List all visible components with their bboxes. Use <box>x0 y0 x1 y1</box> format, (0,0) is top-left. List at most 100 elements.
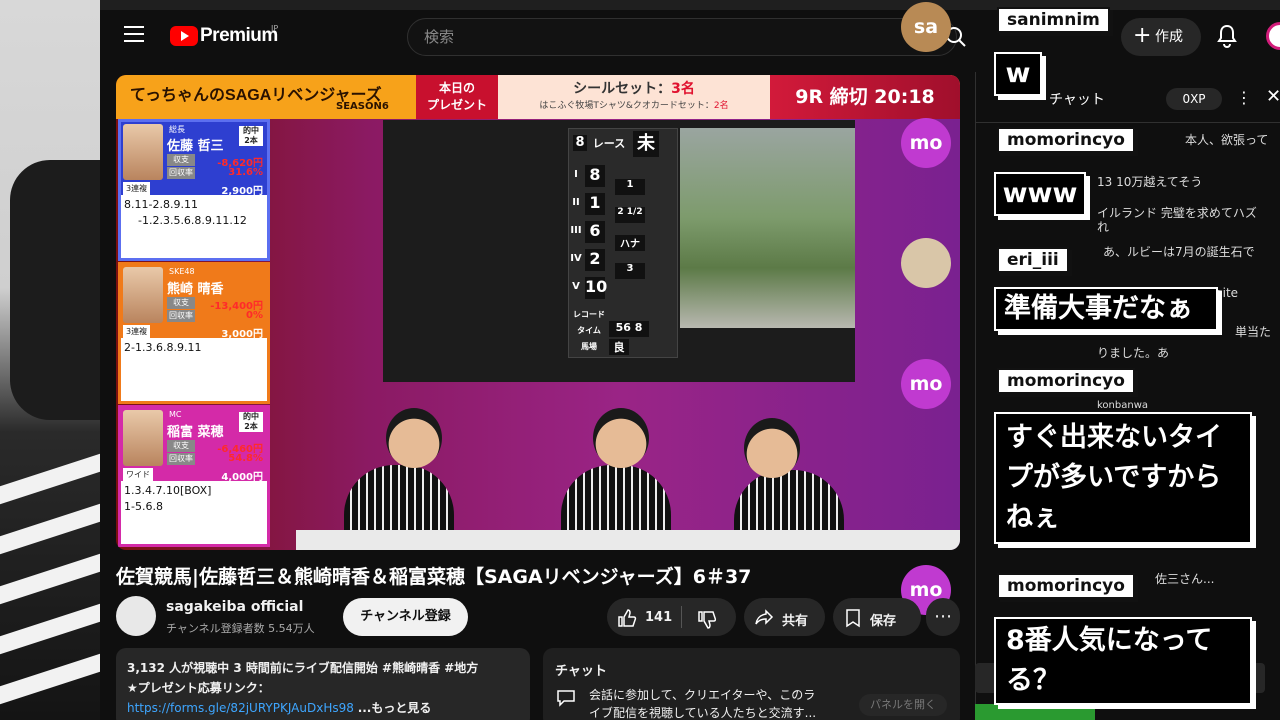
present-form-link[interactable]: https://forms.gle/82jURYPKJAuDxHs98 <box>127 701 354 715</box>
chat-summary-card: チャット 会話に参加して、クリエイターや、このラ イブ配信を視聴している人たちと… <box>543 648 960 720</box>
balance-row: 収支 -13,400円 <box>167 297 265 312</box>
margin-1: 1 <box>615 179 645 195</box>
cat-avatar <box>901 238 951 288</box>
more-icon[interactable]: ⋮ <box>1236 88 1252 107</box>
horse-2: 1 <box>585 193 605 215</box>
total-value: 4,000円 <box>221 472 263 483</box>
chat-message: れ <box>1097 220 1110 234</box>
chat-message: 本人、欲張って <box>1185 133 1269 147</box>
video-title: 佐賀競馬|佐藤哲三＆熊崎晴香＆稲富菜穂【SAGAリベンジャーズ】6＃37 <box>116 566 752 588</box>
return-value: 31.6% <box>228 167 263 178</box>
balance-row: 収支 -6,460円 <box>167 440 265 455</box>
return-label: 回収率 <box>167 453 195 465</box>
chat-green-block <box>975 704 1095 720</box>
comment-username: momorincyo <box>997 573 1135 599</box>
chat-message: あ、ルビーは7月の誕生石で <box>1103 245 1255 259</box>
total-value: 3,000円 <box>221 329 263 340</box>
seal-label: シールセット： <box>573 81 672 97</box>
horse-1: 8 <box>585 165 605 187</box>
channel-avatar[interactable] <box>116 596 156 636</box>
chat-message: gite <box>1215 286 1239 300</box>
badge-count: 2本 <box>244 422 258 431</box>
seal-count: 3名 <box>671 81 695 97</box>
total-row: 3連複 2,900円 <box>121 182 267 197</box>
description-line: ★プレゼント応募リンク： <box>127 681 270 695</box>
like-count[interactable]: 141 <box>645 610 672 625</box>
race-status: 未 <box>633 131 659 157</box>
return-value: 0% <box>246 310 263 321</box>
comment-username: sanimnim <box>997 7 1110 33</box>
description-meta: 3,132 人が視聴中 3 時間前にライブ配信開始 #熊崎晴香 #地方 <box>127 661 479 675</box>
comment-username: eri_iii <box>997 247 1069 273</box>
return-row: 回収率 54.8% <box>167 453 265 465</box>
video-player[interactable]: てっちゃんのSAGAリベンジャーズ SEASON6 本日の プレゼント シールセ… <box>116 75 960 550</box>
brand-label[interactable]: Premium <box>200 25 278 47</box>
commenter-avatar: sa <box>901 2 951 52</box>
cast-header: 総長 佐藤 哲三 的中 2本 収支 -8,620円 回収率 31.6% <box>121 122 267 184</box>
comment-username: momorincyo <box>997 127 1135 153</box>
track-label: 馬場 <box>581 342 597 351</box>
thumbs-up-icon[interactable] <box>617 608 637 628</box>
region-label: JP <box>271 24 279 33</box>
share-label: 共有 <box>782 614 809 629</box>
bet-type: 3連複 <box>123 325 151 338</box>
close-icon[interactable]: ✕ <box>1266 86 1280 107</box>
show-more-link[interactable]: ...もっと見る <box>358 701 432 715</box>
return-label: 回収率 <box>167 310 195 322</box>
present-line1: 本日の <box>438 81 475 95</box>
total-row: ワイド 4,000円 <box>121 468 267 483</box>
horse-4: 2 <box>585 249 605 271</box>
racetrack-view <box>680 128 855 328</box>
track-value: 良 <box>609 339 629 355</box>
bell-icon[interactable] <box>1216 24 1238 48</box>
cast-panel-sato: 総長 佐藤 哲三 的中 2本 収支 -8,620円 回収率 31.6% 3連複 2,90… <box>118 119 270 261</box>
cast-role: 総長 <box>169 125 185 134</box>
seal-detail-count: 2名 <box>713 101 729 111</box>
chat-message: 13 10万越えてそう <box>1097 175 1203 189</box>
bet-list: 2-1.3.6.8.9.11 <box>124 341 202 354</box>
cast-name: 熊崎 晴香 <box>167 282 224 297</box>
chat-card-title: チャット <box>555 664 607 679</box>
chat-header[interactable]: チャット <box>1049 89 1105 109</box>
chat-message: 単当た <box>1235 325 1272 339</box>
more-actions-icon[interactable]: ⋯ <box>926 598 960 636</box>
balance-label: 収支 <box>167 297 195 309</box>
channel-name[interactable]: sagakeiba official <box>166 599 303 615</box>
description-box[interactable]: 3,132 人が視聴中 3 時間前にライブ配信開始 #熊崎晴香 #地方 ★プレゼ… <box>116 648 530 720</box>
subscribe-button[interactable]: チャンネル登録 <box>343 598 468 636</box>
open-panel-button[interactable]: パネルを開く <box>859 694 947 716</box>
chat-divider <box>976 122 1280 123</box>
chat-bubble-icon <box>557 690 575 707</box>
streamer-webcam <box>0 0 100 720</box>
chat-message: りました。あ <box>1097 346 1170 360</box>
host-head <box>744 418 800 478</box>
search-input[interactable]: 検索 <box>407 18 957 56</box>
share-icon <box>755 609 774 625</box>
rank-1: I <box>574 169 578 180</box>
record-label: レコード <box>573 310 605 319</box>
cast-role: MC <box>169 410 182 419</box>
cast-role: SKE48 <box>169 267 195 276</box>
balance-row: 収支 -8,620円 <box>167 154 265 169</box>
balance-label: 収支 <box>167 440 195 452</box>
comment-bubble: 準備大事だなぁ <box>994 287 1218 331</box>
badge-count: 2本 <box>244 136 258 145</box>
badge-top: 的中 <box>243 126 259 135</box>
commenter-avatar: mo <box>901 118 951 168</box>
return-value: 54.8% <box>228 453 263 464</box>
margin-2: 2 1/2 <box>615 207 645 223</box>
balance-label: 収支 <box>167 154 195 166</box>
race-label: レース <box>592 137 626 150</box>
points-badge[interactable]: 0XP <box>1166 88 1222 110</box>
time-value: 56 8 <box>609 321 649 337</box>
thumbs-down-icon[interactable] <box>697 610 717 630</box>
cast-header: SKE48 熊崎 晴香 収支 -13,400円 回収率 0% <box>121 265 267 327</box>
rank-5: V <box>572 281 580 292</box>
comment-bubble: 8番人気になって る？ <box>994 617 1252 705</box>
cast-panel-inatomi: MC 稲富 菜穂 的中 2本 収支 -6,460円 回収率 54.8% ワイド 4,00… <box>118 405 270 547</box>
youtube-logo-icon[interactable] <box>170 26 198 46</box>
horse-5: 10 <box>585 277 607 299</box>
menu-icon[interactable] <box>124 26 144 44</box>
comment-bubble: w <box>994 52 1042 96</box>
time-label: タイム <box>577 326 601 335</box>
